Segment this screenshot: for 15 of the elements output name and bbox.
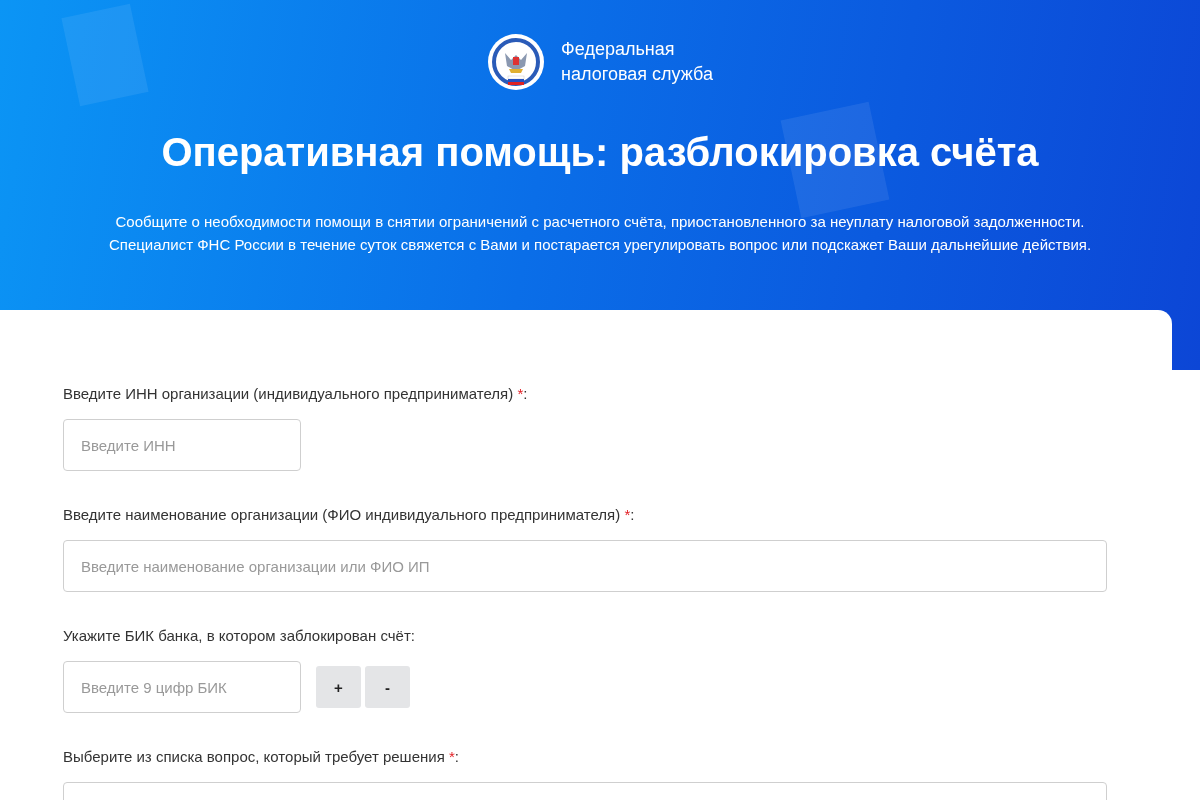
field-label: Укажите БИК банка, в котором заблокирован счёт: [63,626,416,646]
field-label: Введите ИНН организации (индивидуального предпринимателя) *: [63,384,529,404]
add-button[interactable]: + [316,666,361,708]
page-title: Оперативная помощь: разблокировка счёта [161,129,1039,176]
name-input-field[interactable]: Введите наименование организации или ФИО ИП [63,540,1107,592]
input-field[interactable]: Введите ИНН [63,419,301,471]
field-label: Введите наименование организации (ФИО индивидуального предпринимателя) *: [63,505,636,525]
logo-text: Федеральная [561,38,676,61]
logo-text: налоговая служба [561,63,713,86]
description-text: Сообщите о необходимости помощи в снятии ограничений с расчетного счёта, приостановленного за неуплату налоговой задолженности. [114,212,1086,232]
emblem-icon [487,33,546,91]
input-field[interactable]: Введите 9 цифр БИК [63,661,301,713]
remove-button[interactable]: - [365,666,410,708]
description-text: Специалист ФНС России в течение суток свяжется с Вами и постарается урегулировать вопрос или подскажет Ваши дальнейшие действия. [108,235,1092,255]
field-label: Выберите из списка вопрос, который требует решения *: [63,747,460,767]
